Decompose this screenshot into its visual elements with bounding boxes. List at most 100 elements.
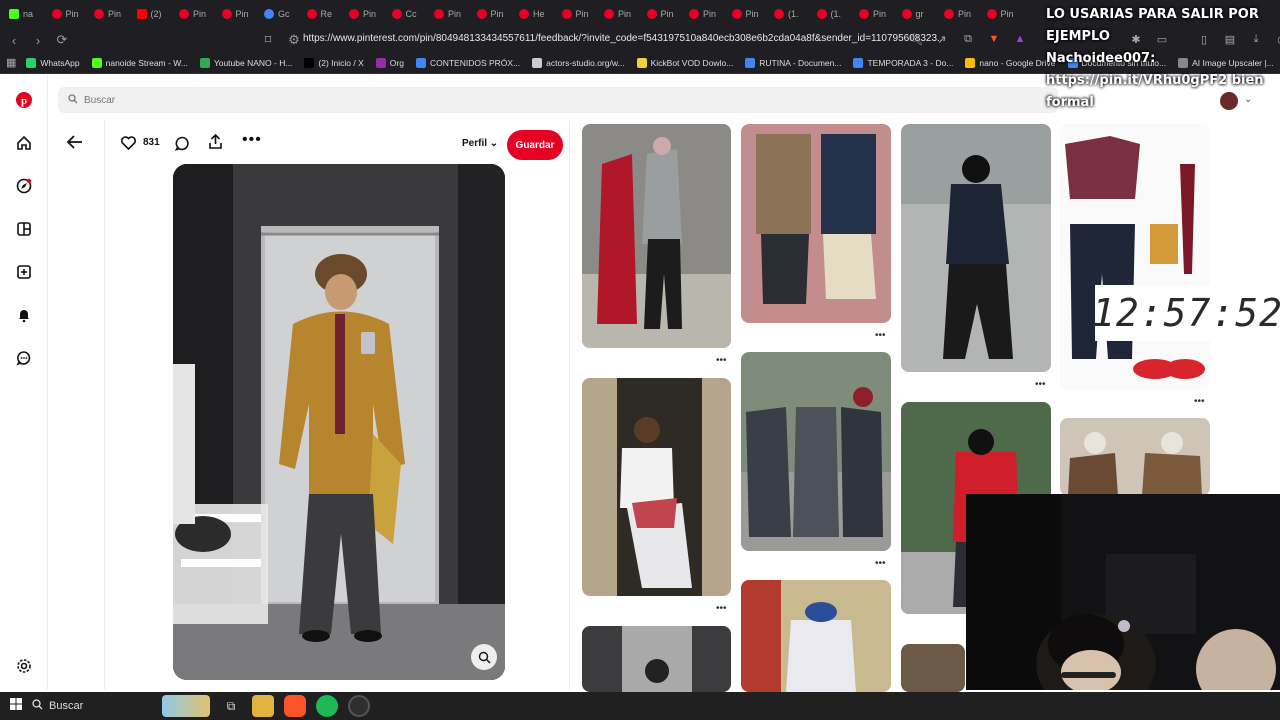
search-icon (32, 699, 43, 713)
browser-tab[interactable]: Pin (468, 0, 511, 28)
brave-shield-icon[interactable]: ▼ (986, 31, 1002, 47)
browser-tab-label: Pin (660, 9, 674, 19)
more-options-icon[interactable]: ••• (242, 132, 262, 148)
pinterest-logo-icon[interactable]: p (14, 90, 34, 110)
browser-tab[interactable]: Pin (340, 0, 383, 28)
pin-thumbnail[interactable] (1060, 124, 1210, 389)
share-icon[interactable]: ↗ (934, 31, 950, 47)
explore-icon[interactable] (14, 176, 34, 196)
pin-thumbnail[interactable] (741, 124, 891, 323)
browser-tab[interactable]: (1. (808, 0, 851, 28)
apps-grid-icon[interactable]: ▦ (6, 55, 16, 71)
pin-thumbnail[interactable] (741, 352, 891, 551)
brave-browser-icon[interactable] (284, 695, 306, 717)
bookmark-item[interactable]: RUTINA - Documen... (745, 57, 842, 68)
bookmark-item[interactable]: TEMPORADA 3 - Do... (853, 57, 953, 68)
back-button[interactable] (66, 135, 83, 154)
bookmark-item[interactable]: (2) Inicio / X (304, 57, 364, 68)
pin-main-image[interactable] (173, 164, 505, 680)
bookmark-icon[interactable]: ⌑ (258, 30, 278, 50)
pin-thumbnail[interactable] (582, 124, 731, 348)
pin-thumbnail[interactable] (741, 580, 891, 692)
pinterest-favicon-icon (349, 9, 359, 19)
notifications-bell-icon[interactable] (14, 305, 34, 325)
browser-tab[interactable]: Pin (680, 0, 723, 28)
back-arrow-icon[interactable]: ‹ (4, 30, 24, 50)
reload-icon[interactable]: ⟳ (52, 30, 72, 50)
url-field[interactable]: https://www.pinterest.com/pin/8049481334… (303, 33, 945, 44)
search-icon (68, 93, 78, 107)
browser-tab[interactable]: He (510, 0, 553, 28)
pin-thumbnail[interactable] (1060, 418, 1210, 496)
home-icon[interactable] (14, 133, 34, 153)
pin-thumbnail[interactable] (582, 378, 731, 596)
pin-more-icon[interactable]: ••• (875, 330, 886, 341)
visual-search-icon[interactable] (471, 644, 497, 670)
pin-more-icon[interactable]: ••• (875, 558, 886, 569)
browser-tab[interactable]: Pin (213, 0, 256, 28)
taskbar-search[interactable]: Buscar (32, 699, 162, 713)
bookmark-favicon-icon (532, 57, 543, 68)
pin-more-icon[interactable]: ••• (1035, 379, 1046, 390)
brave-rewards-icon[interactable]: ▲ (1012, 31, 1028, 47)
bookmark-item[interactable]: nanoide Stream - W... (91, 57, 188, 68)
browser-tab-label: Pin (1000, 9, 1014, 19)
browser-tab[interactable]: Pin (723, 0, 766, 28)
browser-tab[interactable]: Cc (383, 0, 426, 28)
task-view-icon[interactable]: ⧉ (220, 695, 242, 717)
bookmark-item[interactable]: nano - Google Drive (965, 57, 1056, 68)
pin-thumbnail[interactable] (582, 626, 731, 692)
browser-tab[interactable]: Pin (43, 0, 86, 28)
share-icon[interactable] (208, 133, 223, 155)
browser-tab[interactable]: Pin (850, 0, 893, 28)
site-settings-icon[interactable]: ⚙ (284, 30, 304, 50)
browser-tab[interactable]: Pin (978, 0, 1021, 28)
bookmark-item[interactable]: WhatsApp (26, 57, 80, 68)
messages-icon[interactable] (14, 348, 34, 368)
browser-tab[interactable]: Pin (595, 0, 638, 28)
bookmark-item[interactable]: Youtube NANO - H... (199, 57, 292, 68)
browser-tab[interactable]: Pin (553, 0, 596, 28)
comment-icon[interactable] (174, 136, 190, 156)
pin-thumbnail[interactable] (901, 644, 965, 692)
pin-thumbnail[interactable] (901, 124, 1051, 372)
bookmark-item[interactable]: CONTENIDOS PRÓX... (415, 57, 520, 68)
obs-icon[interactable] (348, 695, 370, 717)
browser-tab[interactable]: gr (893, 0, 936, 28)
weather-widget-icon[interactable] (162, 695, 210, 717)
browser-tab[interactable]: Gc (255, 0, 298, 28)
windows-start-icon[interactable] (10, 697, 22, 715)
spotify-icon[interactable] (316, 695, 338, 717)
bookmark-item[interactable]: Org (375, 57, 404, 68)
pin-more-icon[interactable]: ••• (716, 355, 727, 366)
create-icon[interactable] (14, 262, 34, 282)
browser-tab-label: Pin (958, 9, 972, 19)
browser-tab[interactable]: Pin (85, 0, 128, 28)
browser-tab[interactable]: Re (298, 0, 341, 28)
bookmark-item[interactable]: actors-studio.org/w... (532, 57, 625, 68)
bookmark-label: RUTINA - Documen... (759, 57, 842, 68)
file-explorer-icon[interactable] (252, 695, 274, 717)
copy-link-icon[interactable]: ⧉ (960, 31, 976, 47)
boards-icon[interactable] (14, 219, 34, 239)
browser-tab[interactable]: Pin (935, 0, 978, 28)
heart-icon[interactable] (120, 136, 137, 155)
browser-tab[interactable]: Pin (638, 0, 681, 28)
profile-dropdown[interactable]: Perfil ⌄ (462, 138, 498, 149)
pin-more-icon[interactable]: ••• (716, 603, 727, 614)
zoom-icon[interactable]: 🔍︎ (908, 31, 924, 47)
pin-more-icon[interactable]: ••• (1194, 396, 1205, 407)
save-button[interactable]: Guardar (507, 130, 563, 160)
browser-tab[interactable]: Pin (170, 0, 213, 28)
browser-tab-label: Pin (193, 9, 207, 19)
browser-tab[interactable]: na (0, 0, 43, 28)
settings-gear-icon[interactable] (14, 656, 34, 676)
browser-tab[interactable]: Pin (425, 0, 468, 28)
search-input[interactable]: Buscar (58, 87, 1058, 113)
browser-tab[interactable]: (1. (765, 0, 808, 28)
forward-arrow-icon[interactable]: › (28, 30, 48, 50)
browser-tab[interactable]: (2) (128, 0, 171, 28)
pin-photo (1060, 124, 1210, 389)
bookmark-item[interactable]: KickBot VOD Dowlo... (636, 57, 733, 68)
pinterest-favicon-icon (689, 9, 699, 19)
